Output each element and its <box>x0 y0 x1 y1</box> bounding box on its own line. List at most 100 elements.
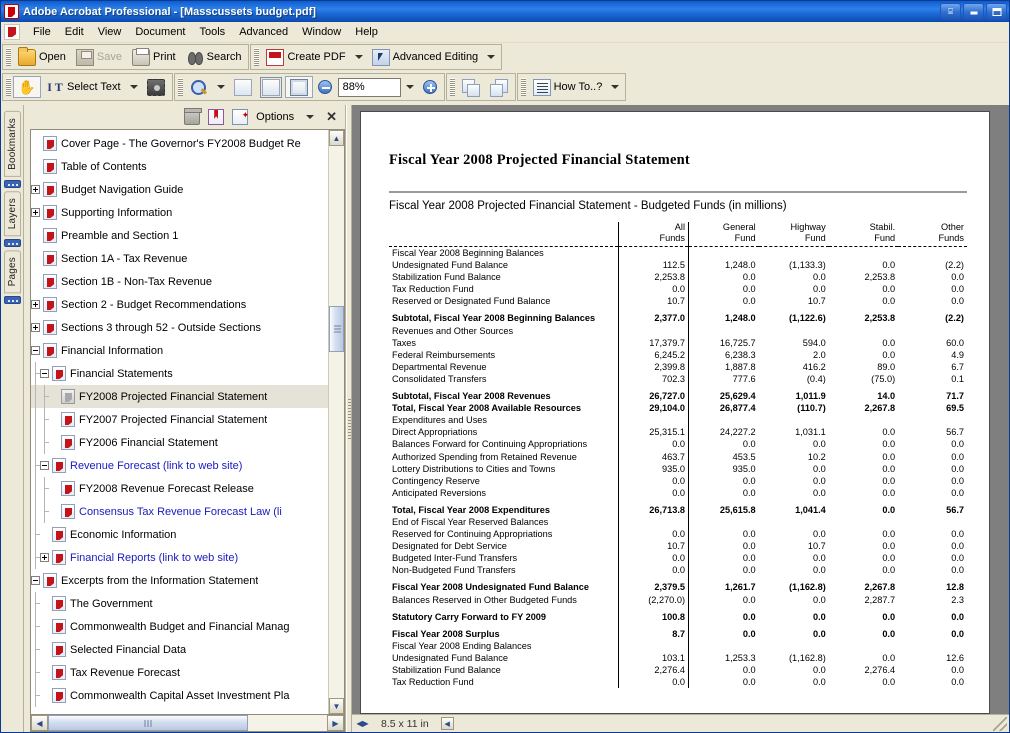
advanced-editing-button[interactable]: Advanced Editing <box>367 46 484 68</box>
advanced-editing-dropdown-icon[interactable] <box>487 55 496 59</box>
bookmark-item[interactable]: The Government <box>31 592 328 615</box>
vertical-tab-pages[interactable]: Pages <box>3 250 21 294</box>
bookmarks-horizontal-scrollbar[interactable]: ◀ ▶ <box>30 715 345 732</box>
bookmark-item[interactable]: FY2006 Financial Statement <box>31 431 328 454</box>
toolbar-grip[interactable] <box>177 78 183 96</box>
scroll-track[interactable] <box>329 146 344 698</box>
bookmark-item[interactable]: Cover Page - The Governor's FY2008 Budge… <box>31 132 328 155</box>
zoom-out-button[interactable] <box>313 76 337 98</box>
collapse-icon[interactable] <box>40 461 49 470</box>
bookmark-item[interactable]: Commonwealth Capital Asset Investment Pl… <box>31 684 328 707</box>
menu-tools[interactable]: Tools <box>193 24 233 40</box>
print-button[interactable]: Print <box>127 46 181 68</box>
scroll-right-button[interactable]: ▶ <box>327 715 344 731</box>
bookmarks-vertical-scrollbar[interactable]: ▲ ▼ <box>328 130 344 714</box>
toolbar-grip[interactable] <box>449 78 455 96</box>
trash-icon[interactable] <box>184 108 203 125</box>
bookmarks-tab-handle-icon[interactable] <box>3 179 21 188</box>
bookmark-item[interactable]: Budget Navigation Guide <box>31 178 328 201</box>
fit-width-button[interactable] <box>257 76 285 98</box>
menu-advanced[interactable]: Advanced <box>232 24 295 40</box>
bookmark-item[interactable]: Preamble and Section 1 <box>31 224 328 247</box>
hscroll-thumb[interactable] <box>48 715 248 731</box>
bookmark-item[interactable]: FY2008 Projected Financial Statement <box>31 385 328 408</box>
menu-document[interactable]: Document <box>128 24 192 40</box>
expand-icon[interactable] <box>31 300 40 309</box>
pin-button[interactable]: ⌸ <box>940 3 961 20</box>
create-pdf-dropdown-icon[interactable] <box>354 55 363 59</box>
bookmark-item[interactable]: FY2007 Projected Financial Statement <box>31 408 328 431</box>
search-button[interactable]: Search <box>181 46 247 68</box>
bookmark-panel-icon[interactable] <box>208 109 225 125</box>
select-text-button[interactable]: I T Select Text <box>41 76 126 98</box>
bookmarks-options-button[interactable]: Options <box>256 111 294 123</box>
bookmark-item[interactable]: Supporting Information <box>31 201 328 224</box>
toolbar-grip[interactable] <box>6 48 11 66</box>
bookmark-item[interactable]: Revenue Forecast (link to web site) <box>31 454 328 477</box>
previous-view-button[interactable] <box>457 76 485 98</box>
next-view-button[interactable] <box>485 76 513 98</box>
snapshot-button[interactable] <box>142 76 170 98</box>
zoom-level-dropdown-icon[interactable] <box>405 85 414 89</box>
bookmark-item[interactable]: Economic Information <box>31 523 328 546</box>
vertical-tab-bookmarks[interactable]: Bookmarks <box>3 111 21 177</box>
toolbar-grip[interactable] <box>254 48 260 66</box>
bookmark-item[interactable]: Commonwealth Budget and Financial Manag <box>31 615 328 638</box>
maximize-button[interactable] <box>986 3 1007 20</box>
close-panel-icon[interactable]: ✕ <box>326 109 337 125</box>
scroll-up-button[interactable]: ▲ <box>329 130 344 146</box>
bookmark-item[interactable]: Financial Reports (link to web site) <box>31 546 328 569</box>
bookmark-item[interactable]: FY2008 Revenue Forecast Release <box>31 477 328 500</box>
zoom-tool-dropdown-icon[interactable] <box>216 85 225 89</box>
expand-icon[interactable] <box>31 208 40 217</box>
hand-tool-button[interactable]: ✋ <box>13 76 41 98</box>
collapse-icon[interactable] <box>31 346 40 355</box>
toolbar-grip[interactable] <box>520 78 526 96</box>
menu-window[interactable]: Window <box>295 24 348 40</box>
scroll-down-button[interactable]: ▼ <box>329 698 344 714</box>
menu-view[interactable]: View <box>91 24 129 40</box>
expand-icon[interactable] <box>31 185 40 194</box>
vertical-tab-layers[interactable]: Layers <box>3 190 21 237</box>
bookmark-item[interactable]: Excerpts from the Information Statement <box>31 569 328 592</box>
toolbar-grip[interactable] <box>6 78 11 96</box>
scroll-thumb[interactable] <box>329 306 344 352</box>
pages-tab-handle-icon[interactable] <box>3 296 21 305</box>
page-scroll-area[interactable]: Fiscal Year 2008 Projected Financial Sta… <box>352 105 1009 714</box>
expand-icon[interactable] <box>40 553 49 562</box>
how-to-button[interactable]: How To..? <box>528 76 608 98</box>
bookmarks-scroll-area[interactable]: Cover Page - The Governor's FY2008 Budge… <box>31 130 328 714</box>
expand-icon[interactable] <box>31 323 40 332</box>
window-resize-grip[interactable] <box>993 716 1007 731</box>
open-button[interactable]: Open <box>13 46 71 68</box>
collapse-icon[interactable] <box>31 576 40 585</box>
bookmark-item[interactable]: Section 1A - Tax Revenue <box>31 247 328 270</box>
actual-size-button[interactable] <box>229 76 257 98</box>
fit-visible-button[interactable] <box>284 76 313 98</box>
page-navigation-icon[interactable]: ◀▶ <box>356 718 369 730</box>
new-bookmark-icon[interactable] <box>232 109 249 125</box>
bookmark-item[interactable]: Table of Contents <box>31 155 328 178</box>
bookmark-item[interactable]: Sections 3 through 52 - Outside Sections <box>31 316 328 339</box>
minimize-button[interactable] <box>963 3 984 20</box>
menu-file[interactable]: File <box>26 24 58 40</box>
layers-tab-handle-icon[interactable] <box>3 239 21 248</box>
zoom-level-input[interactable]: 88% <box>337 77 401 97</box>
status-scroll-left-button[interactable]: ◀ <box>440 717 454 730</box>
menu-edit[interactable]: Edit <box>58 24 91 40</box>
create-pdf-button[interactable]: Create PDF <box>261 46 350 68</box>
bookmark-item[interactable]: Financial Statements <box>31 362 328 385</box>
menu-help[interactable]: Help <box>348 24 385 40</box>
save-button[interactable]: Save <box>71 46 127 68</box>
bookmark-item[interactable]: Financial Information <box>31 339 328 362</box>
bookmark-item[interactable]: Selected Financial Data <box>31 638 328 661</box>
zoom-in-button[interactable] <box>418 76 442 98</box>
scroll-left-button[interactable]: ◀ <box>31 715 48 731</box>
bookmark-item[interactable]: Section 2 - Budget Recommendations <box>31 293 328 316</box>
how-to-dropdown-icon[interactable] <box>611 85 620 89</box>
bookmark-item[interactable]: Consensus Tax Revenue Forecast Law (li <box>31 500 328 523</box>
zoom-tool-button[interactable] <box>185 76 213 98</box>
bookmark-item[interactable]: Section 1B - Non-Tax Revenue <box>31 270 328 293</box>
bookmark-item[interactable]: Tax Revenue Forecast <box>31 661 328 684</box>
hscroll-track[interactable] <box>48 715 327 731</box>
